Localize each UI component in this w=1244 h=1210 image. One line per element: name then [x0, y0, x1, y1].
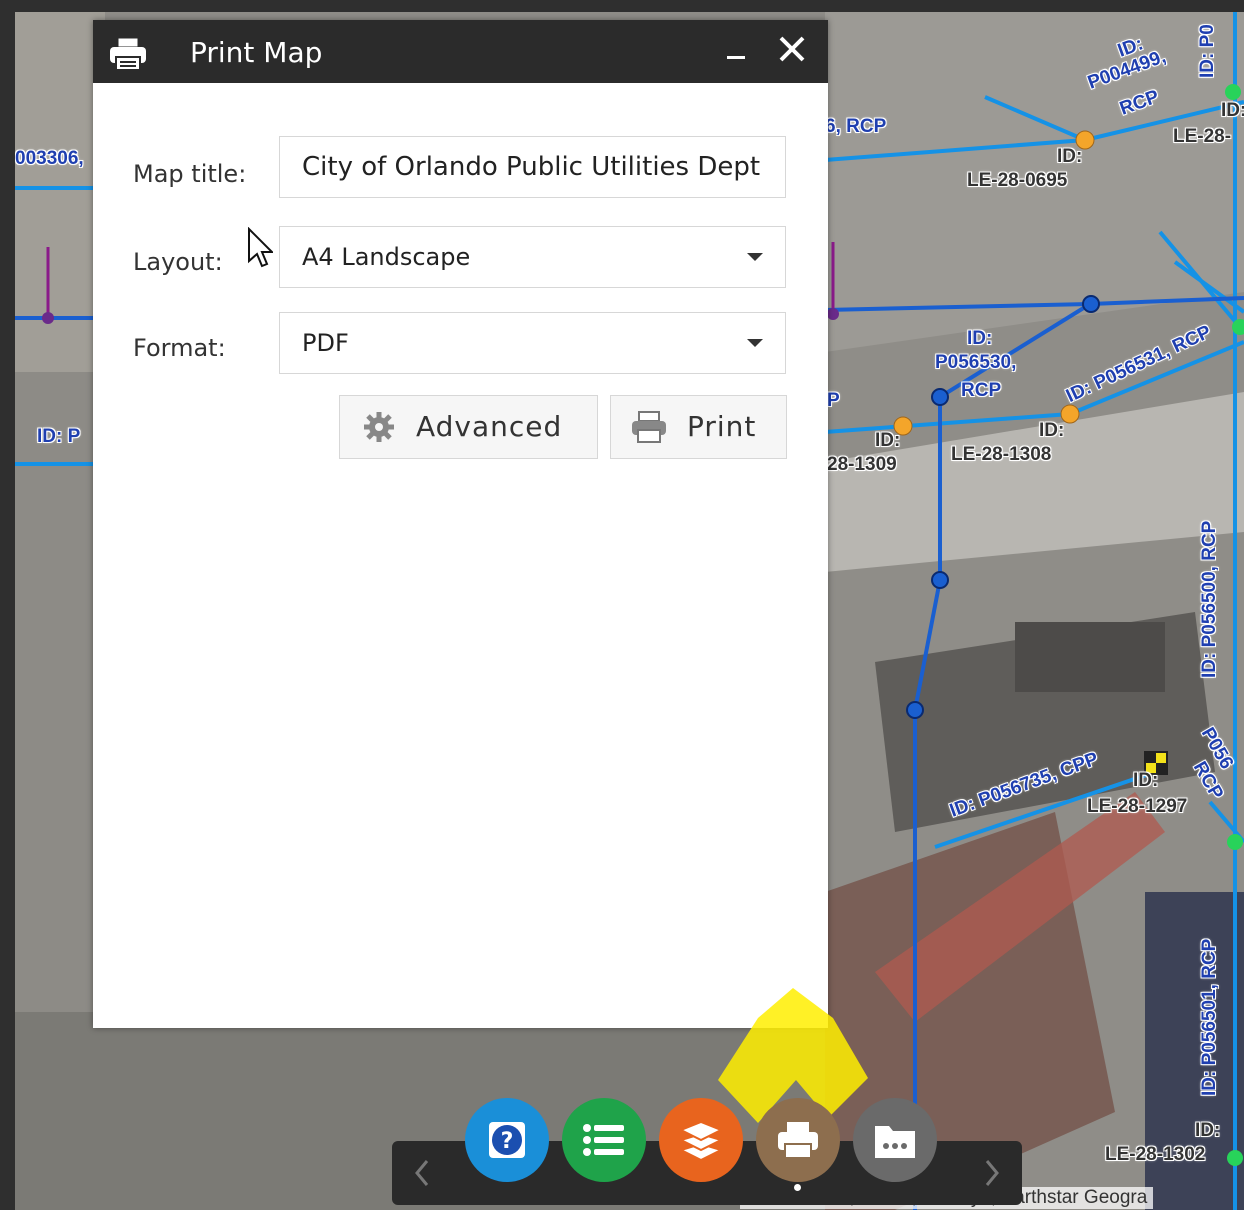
map-label: ID:	[1039, 420, 1065, 441]
page-indicator-dot	[794, 1184, 801, 1191]
chevron-left-icon	[415, 1160, 429, 1186]
chevron-right-icon	[985, 1160, 999, 1186]
map-label: ID: P056500, RCP	[1199, 520, 1220, 678]
map-label: 6, RCP	[825, 116, 887, 137]
map-label: ID: P056501, RCP	[1199, 938, 1220, 1096]
advanced-label: Advanced	[416, 410, 563, 443]
close-button[interactable]	[777, 34, 807, 64]
map-label: LE-28-	[1173, 126, 1232, 147]
print-label: Print	[687, 410, 757, 443]
map-label: LE-28-1308	[951, 444, 1052, 465]
map-label: ID:	[1057, 146, 1083, 167]
map-label: ID:	[967, 328, 993, 349]
print-map-panel: Print Map Map title: Layout: A4 Landscap…	[93, 20, 828, 1028]
caret-down-icon	[747, 253, 763, 261]
map-label: ID:	[1221, 100, 1244, 121]
printer-icon	[632, 411, 666, 443]
map-label: ID:	[1133, 770, 1159, 791]
mouse-cursor-icon	[248, 227, 273, 268]
legend-button[interactable]	[562, 1098, 646, 1182]
map-label: 28-1309	[827, 454, 897, 475]
map-title-field[interactable]	[279, 136, 786, 198]
map-title-label: Map title:	[133, 160, 247, 188]
map-title-input[interactable]	[300, 137, 774, 197]
map-label: ID:	[1195, 1120, 1221, 1141]
format-value: PDF	[302, 329, 349, 357]
panel-title: Print Map	[190, 36, 323, 69]
printer-icon	[778, 1122, 818, 1159]
more-button[interactable]	[853, 1098, 937, 1182]
map-label: P056530,	[935, 352, 1017, 373]
minimize-button[interactable]	[725, 40, 747, 64]
layers-icon	[679, 1120, 723, 1162]
question-icon: ?	[489, 1122, 525, 1158]
format-select[interactable]: PDF	[279, 312, 786, 374]
list-icon	[583, 1124, 624, 1156]
layout-value: A4 Landscape	[302, 243, 471, 271]
map-label: 003306,	[15, 148, 84, 169]
toolbar-prev-button[interactable]	[392, 1141, 452, 1205]
folder-more-icon	[875, 1126, 915, 1158]
print-button[interactable]	[756, 1098, 840, 1182]
map-label: LE-28-1302	[1105, 1144, 1206, 1165]
map-label: ID: P0	[1197, 24, 1218, 78]
format-label: Format:	[133, 334, 226, 362]
advanced-button[interactable]: Advanced	[339, 395, 598, 459]
map-label: RCP	[961, 380, 1002, 401]
help-button[interactable]: ?	[465, 1098, 549, 1182]
map-label: P	[827, 390, 840, 411]
printer-icon	[109, 37, 147, 71]
gear-icon	[364, 412, 394, 442]
layout-select[interactable]: A4 Landscape	[279, 226, 786, 288]
map-label: ID: P	[37, 426, 81, 447]
panel-header[interactable]: Print Map	[93, 20, 828, 83]
map-label: LE-28-1297	[1087, 796, 1188, 817]
layers-button[interactable]	[659, 1098, 743, 1182]
layout-label: Layout:	[133, 248, 223, 276]
map-label: ID:	[875, 430, 901, 451]
print-submit-button[interactable]: Print	[610, 395, 787, 459]
map-label: LE-28-0695	[967, 170, 1068, 191]
svg-text:?: ?	[501, 1129, 514, 1154]
caret-down-icon	[747, 339, 763, 347]
toolbar-next-button[interactable]	[962, 1141, 1022, 1205]
close-icon	[779, 36, 805, 62]
